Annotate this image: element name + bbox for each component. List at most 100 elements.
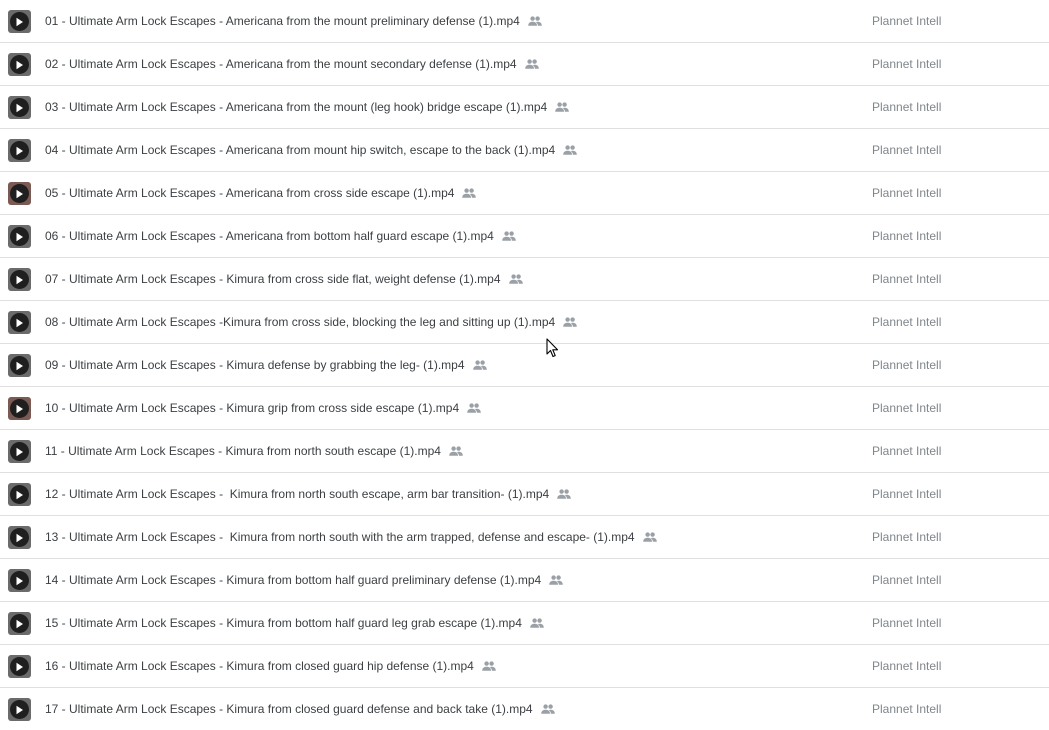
play-icon (10, 98, 29, 117)
file-name[interactable]: 04 - Ultimate Arm Lock Escapes - America… (45, 129, 555, 171)
file-row[interactable]: 09 - Ultimate Arm Lock Escapes - Kimura … (0, 344, 1049, 387)
file-owner: Plannet Intell (872, 315, 942, 329)
file-name-cell[interactable]: 17 - Ultimate Arm Lock Escapes - Kimura … (45, 688, 555, 730)
shared-people-icon (502, 231, 516, 241)
file-name-cell[interactable]: 02 - Ultimate Arm Lock Escapes - America… (45, 43, 539, 85)
video-thumbnail[interactable] (8, 53, 31, 76)
file-row[interactable]: 06 - Ultimate Arm Lock Escapes - America… (0, 215, 1049, 258)
file-list: 01 - Ultimate Arm Lock Escapes - America… (0, 0, 1049, 730)
play-icon (10, 614, 29, 633)
video-thumbnail[interactable] (8, 10, 31, 33)
file-row[interactable]: 16 - Ultimate Arm Lock Escapes - Kimura … (0, 645, 1049, 688)
video-thumbnail[interactable] (8, 569, 31, 592)
file-row[interactable]: 12 - Ultimate Arm Lock Escapes - Kimura … (0, 473, 1049, 516)
file-name-cell[interactable]: 07 - Ultimate Arm Lock Escapes - Kimura … (45, 258, 523, 300)
file-owner: Plannet Intell (872, 358, 942, 372)
file-name[interactable]: 08 - Ultimate Arm Lock Escapes -Kimura f… (45, 301, 555, 343)
file-name[interactable]: 13 - Ultimate Arm Lock Escapes - Kimura … (45, 516, 635, 558)
file-name-cell[interactable]: 04 - Ultimate Arm Lock Escapes - America… (45, 129, 578, 171)
play-icon (10, 184, 29, 203)
file-name-cell[interactable]: 09 - Ultimate Arm Lock Escapes - Kimura … (45, 344, 487, 386)
file-row[interactable]: 02 - Ultimate Arm Lock Escapes - America… (0, 43, 1049, 86)
file-name-cell[interactable]: 01 - Ultimate Arm Lock Escapes - America… (45, 0, 542, 42)
play-icon (10, 485, 29, 504)
file-name[interactable]: 14 - Ultimate Arm Lock Escapes - Kimura … (45, 559, 541, 601)
file-name-cell[interactable]: 11 - Ultimate Arm Lock Escapes - Kimura … (45, 430, 463, 472)
shared-people-icon (449, 446, 463, 456)
file-owner: Plannet Intell (872, 702, 942, 716)
file-name[interactable]: 15 - Ultimate Arm Lock Escapes - Kimura … (45, 602, 522, 644)
file-row[interactable]: 17 - Ultimate Arm Lock Escapes - Kimura … (0, 688, 1049, 730)
file-name-cell[interactable]: 12 - Ultimate Arm Lock Escapes - Kimura … (45, 473, 571, 515)
file-row[interactable]: 07 - Ultimate Arm Lock Escapes - Kimura … (0, 258, 1049, 301)
video-thumbnail[interactable] (8, 526, 31, 549)
file-owner: Plannet Intell (872, 14, 942, 28)
play-icon (10, 700, 29, 719)
file-owner: Plannet Intell (872, 229, 942, 243)
video-thumbnail[interactable] (8, 397, 31, 420)
file-name-cell[interactable]: 06 - Ultimate Arm Lock Escapes - America… (45, 215, 516, 257)
video-thumbnail[interactable] (8, 440, 31, 463)
play-icon (10, 442, 29, 461)
file-owner: Plannet Intell (872, 444, 942, 458)
video-thumbnail[interactable] (8, 182, 31, 205)
file-name-cell[interactable]: 03 - Ultimate Arm Lock Escapes - America… (45, 86, 570, 128)
file-name[interactable]: 02 - Ultimate Arm Lock Escapes - America… (45, 43, 517, 85)
video-thumbnail[interactable] (8, 483, 31, 506)
file-owner: Plannet Intell (872, 659, 942, 673)
shared-people-icon (563, 145, 578, 155)
file-owner: Plannet Intell (872, 272, 942, 286)
file-name-cell[interactable]: 16 - Ultimate Arm Lock Escapes - Kimura … (45, 645, 496, 687)
file-name-cell[interactable]: 10 - Ultimate Arm Lock Escapes - Kimura … (45, 387, 481, 429)
shared-people-icon (467, 403, 481, 413)
file-row[interactable]: 04 - Ultimate Arm Lock Escapes - America… (0, 129, 1049, 172)
play-icon (10, 227, 29, 246)
file-name[interactable]: 01 - Ultimate Arm Lock Escapes - America… (45, 0, 520, 42)
play-icon (10, 528, 29, 547)
file-name[interactable]: 03 - Ultimate Arm Lock Escapes - America… (45, 86, 547, 128)
file-name[interactable]: 16 - Ultimate Arm Lock Escapes - Kimura … (45, 645, 474, 687)
file-name[interactable]: 09 - Ultimate Arm Lock Escapes - Kimura … (45, 344, 465, 386)
video-thumbnail[interactable] (8, 655, 31, 678)
file-name[interactable]: 12 - Ultimate Arm Lock Escapes - Kimura … (45, 473, 549, 515)
file-name-cell[interactable]: 15 - Ultimate Arm Lock Escapes - Kimura … (45, 602, 544, 644)
shared-people-icon (472, 360, 487, 370)
file-name[interactable]: 17 - Ultimate Arm Lock Escapes - Kimura … (45, 688, 533, 730)
file-owner: Plannet Intell (872, 530, 942, 544)
file-row[interactable]: 01 - Ultimate Arm Lock Escapes - America… (0, 0, 1049, 43)
video-thumbnail[interactable] (8, 698, 31, 721)
file-name[interactable]: 07 - Ultimate Arm Lock Escapes - Kimura … (45, 258, 501, 300)
file-row[interactable]: 13 - Ultimate Arm Lock Escapes - Kimura … (0, 516, 1049, 559)
file-name-cell[interactable]: 05 - Ultimate Arm Lock Escapes - America… (45, 172, 477, 214)
file-name-cell[interactable]: 14 - Ultimate Arm Lock Escapes - Kimura … (45, 559, 564, 601)
video-thumbnail[interactable] (8, 139, 31, 162)
video-thumbnail[interactable] (8, 96, 31, 119)
file-row[interactable]: 08 - Ultimate Arm Lock Escapes -Kimura f… (0, 301, 1049, 344)
play-icon (10, 313, 29, 332)
video-thumbnail[interactable] (8, 612, 31, 635)
file-name-cell[interactable]: 08 - Ultimate Arm Lock Escapes -Kimura f… (45, 301, 578, 343)
file-row[interactable]: 03 - Ultimate Arm Lock Escapes - America… (0, 86, 1049, 129)
file-row[interactable]: 10 - Ultimate Arm Lock Escapes - Kimura … (0, 387, 1049, 430)
file-row[interactable]: 14 - Ultimate Arm Lock Escapes - Kimura … (0, 559, 1049, 602)
file-row[interactable]: 05 - Ultimate Arm Lock Escapes - America… (0, 172, 1049, 215)
file-name[interactable]: 06 - Ultimate Arm Lock Escapes - America… (45, 215, 494, 257)
video-thumbnail[interactable] (8, 225, 31, 248)
file-row[interactable]: 11 - Ultimate Arm Lock Escapes - Kimura … (0, 430, 1049, 473)
file-owner: Plannet Intell (872, 100, 942, 114)
video-thumbnail[interactable] (8, 354, 31, 377)
file-owner: Plannet Intell (872, 616, 942, 630)
shared-people-icon (563, 317, 578, 327)
file-owner: Plannet Intell (872, 57, 942, 71)
file-name-cell[interactable]: 13 - Ultimate Arm Lock Escapes - Kimura … (45, 516, 657, 558)
video-thumbnail[interactable] (8, 268, 31, 291)
shared-people-icon (482, 661, 496, 671)
play-icon (10, 12, 29, 31)
file-row[interactable]: 15 - Ultimate Arm Lock Escapes - Kimura … (0, 602, 1049, 645)
file-name[interactable]: 05 - Ultimate Arm Lock Escapes - America… (45, 172, 454, 214)
file-name[interactable]: 10 - Ultimate Arm Lock Escapes - Kimura … (45, 387, 459, 429)
file-name[interactable]: 11 - Ultimate Arm Lock Escapes - Kimura … (45, 430, 441, 472)
file-owner: Plannet Intell (872, 186, 942, 200)
play-icon (10, 657, 29, 676)
video-thumbnail[interactable] (8, 311, 31, 334)
